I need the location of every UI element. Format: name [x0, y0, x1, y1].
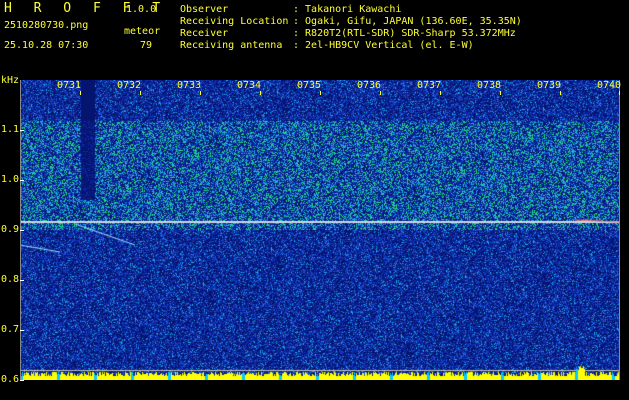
y-tick [20, 230, 24, 231]
x-tick-label: 0734 [237, 80, 262, 91]
x-tick [80, 91, 81, 95]
filename-label: 2510280730.png [4, 20, 89, 31]
spectrogram [20, 80, 620, 380]
x-tick-label: 0740 [597, 80, 622, 91]
info-receiver: Receiver : R820T2(RTL-SDR) SDR-Sharp 53.3… [180, 28, 516, 40]
version-label: 1.0.0 [126, 4, 157, 15]
x-tick [200, 91, 201, 95]
info-value: : R820T2(RTL-SDR) SDR-Sharp 53.372MHz [293, 28, 516, 39]
y-tick [20, 130, 24, 131]
meteor-label: meteor [124, 26, 161, 37]
x-tick-label: 0736 [357, 80, 382, 91]
x-tick [619, 91, 620, 95]
y-tick-label: 0.8 [1, 274, 20, 285]
x-tick-label: 0731 [57, 80, 82, 91]
x-tick-label: 0737 [417, 80, 442, 91]
info-key: Receiving Location [180, 16, 289, 27]
y-tick [20, 380, 24, 381]
meteor-count: 79 [140, 40, 153, 51]
info-key: Receiver [180, 28, 229, 39]
y-tick-label: 0.7 [1, 324, 20, 335]
info-antenna: Receiving antenna : 2el-HB9CV Vertical (e… [180, 40, 474, 52]
x-tick [140, 91, 141, 95]
datetime-label: 25.10.28 07:30 [4, 40, 89, 51]
y-tick-label: 1.0 [1, 174, 20, 185]
x-tick-label: 0739 [537, 80, 562, 91]
info-value: : Takanori Kawachi [293, 4, 402, 15]
info-observer: Observer : Takanori Kawachi [180, 4, 401, 16]
y-tick [20, 280, 24, 281]
info-value: : Ogaki, Gifu, JAPAN (136.60E, 35.35N) [293, 16, 522, 27]
x-tick-label: 0732 [117, 80, 142, 91]
info-value: : 2el-HB9CV Vertical (el. E-W) [293, 40, 474, 51]
x-tick [560, 91, 561, 95]
x-tick [380, 91, 381, 95]
info-location: Receiving Location : Ogaki, Gifu, JAPAN (… [180, 16, 522, 28]
y-tick-label: 0.6 [1, 374, 20, 385]
x-tick-label: 0733 [177, 80, 202, 91]
x-tick [500, 91, 501, 95]
y-axis-unit: kHz [1, 75, 20, 86]
y-tick-label: 0.9 [1, 224, 20, 235]
x-tick [440, 91, 441, 95]
info-key: Observer [180, 4, 229, 15]
x-tick-label: 0738 [477, 80, 502, 91]
x-tick-label: 0735 [297, 80, 322, 91]
info-key: Receiving antenna [180, 40, 283, 51]
y-tick [20, 330, 24, 331]
x-tick [260, 91, 261, 95]
y-tick [20, 180, 24, 181]
x-tick [320, 91, 321, 95]
y-tick-label: 1.1 [1, 124, 20, 135]
